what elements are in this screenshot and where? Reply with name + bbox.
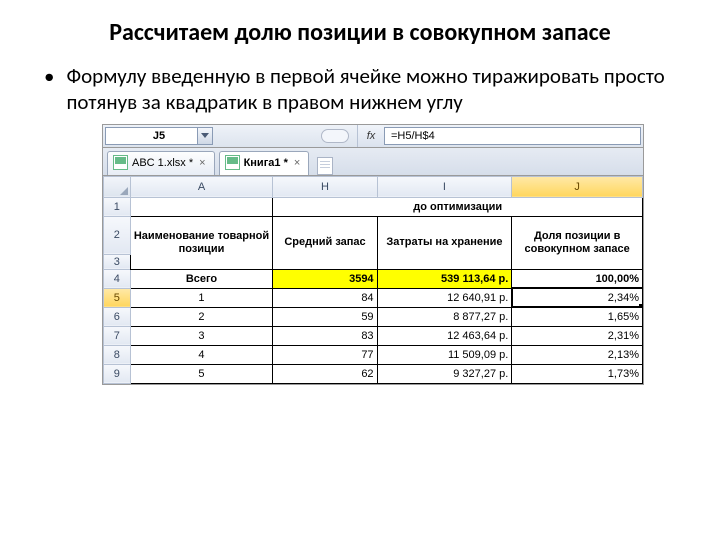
cell[interactable]: 11 509,09 р. [377,345,512,364]
close-icon[interactable]: × [199,157,205,169]
cell[interactable]: 9 327,27 р. [377,364,512,383]
cell[interactable]: 1 [130,288,273,307]
table-row: 7 3 83 12 463,64 р. 2,31% [104,326,643,345]
name-box-dropdown[interactable] [197,128,212,144]
cell[interactable]: 4 [130,345,273,364]
table-row: 1 до оптимизации [104,197,643,216]
workbook-tab-1[interactable]: ABC 1.xlsx * × [107,151,215,175]
row-header[interactable]: 5 [104,288,131,307]
close-icon[interactable]: × [294,157,300,169]
bullet-text: Формулу введенную в первой ячейке можно … [66,63,680,116]
cell[interactable]: 100,00% [512,269,643,288]
slide-title: Рассчитаем долю позиции в совокупном зап… [40,18,680,47]
workbook-tab-2[interactable]: Книга1 * × [219,151,310,175]
cell[interactable]: 3594 [273,269,377,288]
merged-header[interactable]: до оптимизации [273,197,643,216]
col-header-A[interactable]: A [130,176,273,197]
cell[interactable]: 84 [273,288,377,307]
cell[interactable]: 59 [273,307,377,326]
cell[interactable]: 83 [273,326,377,345]
selected-cell[interactable]: 2,34% [512,288,643,307]
formula-bar: J5 fx =H5/H$4 [103,125,643,148]
chevron-down-icon [201,133,209,138]
fx-button[interactable]: fx [357,125,384,147]
workbook-icon [225,155,240,170]
table-row: 4 Всего 3594 539 113,64 р. 100,00% [104,269,643,288]
excel-screenshot: J5 fx =H5/H$4 ABC 1.xlsx * × Книга1 * × [102,124,644,385]
header-cell-H[interactable]: Средний запас [273,216,377,269]
cell[interactable]: 77 [273,345,377,364]
workbook-tab-2-label: Книга1 * [244,157,288,169]
table-row: 9 5 62 9 327,27 р. 1,73% [104,364,643,383]
header-cell-I[interactable]: Затраты на хранение [377,216,512,269]
cell[interactable]: 8 877,27 р. [377,307,512,326]
cell[interactable]: 62 [273,364,377,383]
name-box-value: J5 [153,130,165,142]
row-header[interactable]: 4 [104,269,131,288]
cell[interactable]: 539 113,64 р. [377,269,512,288]
row-header[interactable]: 7 [104,326,131,345]
cell[interactable]: 5 [130,364,273,383]
header-cell-A[interactable]: Наименование товарной позиции [130,216,273,269]
column-headers: A H I J [104,176,643,197]
cancel-button[interactable] [313,125,357,147]
table-row: 6 2 59 8 877,27 р. 1,65% [104,307,643,326]
row-header[interactable]: 3 [104,254,131,269]
cell[interactable]: 3 [130,326,273,345]
workbook-icon [113,155,128,170]
cell[interactable]: 2,31% [512,326,643,345]
cell[interactable]: 2 [130,307,273,326]
workbook-tabs: ABC 1.xlsx * × Книга1 * × [103,148,643,176]
cell[interactable]: 12 463,64 р. [377,326,512,345]
worksheet-grid[interactable]: A H I J 1 до оптимизации 2 Наименование … [103,176,643,384]
col-header-I[interactable]: I [377,176,512,197]
formula-input[interactable]: =H5/H$4 [384,127,641,145]
cell[interactable]: 12 640,91 р. [377,288,512,307]
select-all-corner[interactable] [104,176,131,197]
table-row: 5 1 84 12 640,91 р. 2,34% [104,288,643,307]
cell[interactable]: Всего [130,269,273,288]
cell[interactable]: 1,73% [512,364,643,383]
row-header[interactable]: 9 [104,364,131,383]
bullet-dot: • [44,63,54,116]
col-header-H[interactable]: H [273,176,377,197]
row-header[interactable]: 6 [104,307,131,326]
workbook-tab-1-label: ABC 1.xlsx * [132,157,193,169]
header-cell-J[interactable]: Доля позиции в совокупном запасе [512,216,643,269]
table-row: 2 Наименование товарной позиции Средний … [104,216,643,254]
table-row: 8 4 77 11 509,09 р. 2,13% [104,345,643,364]
col-header-J[interactable]: J [512,176,643,197]
row-header[interactable]: 2 [104,216,131,254]
cell[interactable]: 2,13% [512,345,643,364]
row-header[interactable]: 8 [104,345,131,364]
name-box[interactable]: J5 [105,127,213,145]
new-doc-icon[interactable] [317,157,333,175]
cell[interactable]: 1,65% [512,307,643,326]
corner-icon [120,187,128,195]
row-header[interactable]: 1 [104,197,131,216]
